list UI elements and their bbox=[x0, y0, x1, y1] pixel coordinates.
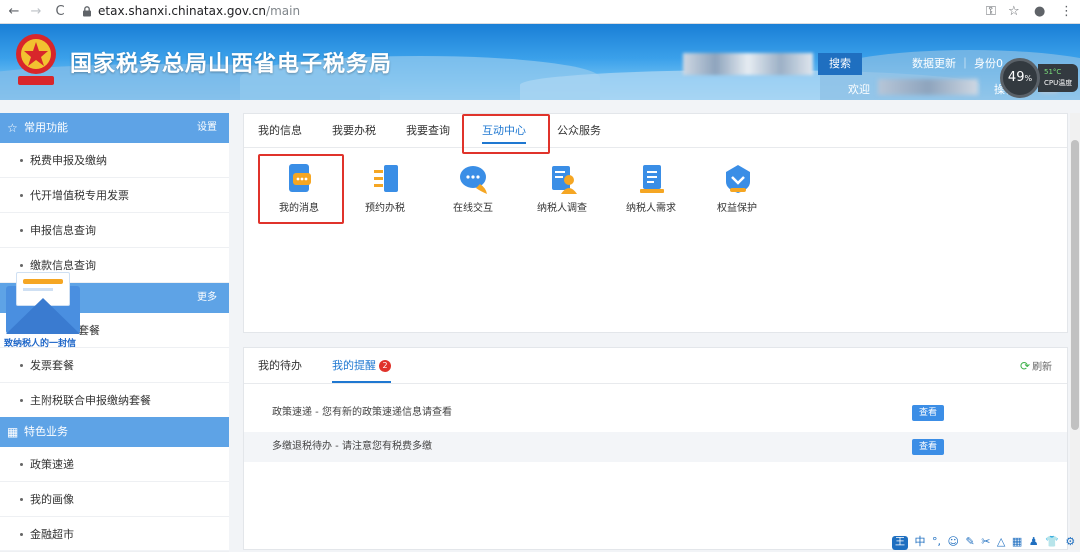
reminder-row: 多缴退税待办 - 请注意您有税费多缴 查看 bbox=[244, 432, 1067, 462]
tab-label: 我的提醒 bbox=[332, 359, 376, 372]
more-link[interactable]: 更多 bbox=[197, 283, 217, 313]
cpu-usage-value: 49 bbox=[1007, 70, 1025, 85]
sidebar-item[interactable]: 代开增值税专用发票 bbox=[0, 178, 229, 213]
highlight-box bbox=[462, 114, 550, 154]
tab-divider bbox=[244, 147, 1067, 148]
reminder-text: 政策速递 - 您有新的政策速递信息请查看 bbox=[272, 407, 452, 418]
profile-icon[interactable]: ● bbox=[1034, 4, 1045, 19]
lock-icon bbox=[83, 6, 91, 17]
reminder-text: 多缴退税待办 - 请注意您有税费多缴 bbox=[272, 441, 432, 452]
reload-button[interactable]: C bbox=[52, 4, 68, 20]
cpu-usage-unit: % bbox=[1024, 74, 1033, 83]
tab-handle-tax[interactable]: 我要办税 bbox=[332, 114, 376, 147]
site-title: 国家税务总局山西省电子税务局 bbox=[70, 52, 393, 77]
taxpayer-survey-button[interactable]: 纳税人调查 bbox=[529, 164, 595, 224]
search-button[interactable]: 搜索 bbox=[818, 53, 862, 75]
data-update-link[interactable]: 数据更新 ｜ 身份0 bbox=[912, 55, 1003, 71]
envelope-label: 致纳税人的一封信 bbox=[4, 339, 77, 349]
star-icon: ☆ bbox=[7, 121, 18, 135]
ime-skin-icon[interactable]: △ bbox=[997, 535, 1005, 548]
sidebar-item[interactable]: 申报信息查询 bbox=[0, 213, 229, 248]
sidebar-section-title: 特色业务 bbox=[24, 425, 68, 438]
appointment-icon bbox=[374, 165, 398, 192]
cpu-temp-value: 51°C bbox=[1044, 68, 1062, 76]
settings-link[interactable]: 设置 bbox=[197, 113, 217, 143]
grid-icon: ▦ bbox=[7, 425, 19, 439]
ime-user-icon[interactable]: ♟ bbox=[1029, 535, 1039, 548]
ime-shirt-icon[interactable]: 👕 bbox=[1045, 535, 1059, 548]
browser-toolbar: ← → C etax.shanxi.chinatax.gov.cn/main ⚿… bbox=[0, 0, 1080, 24]
cpu-temp-label: CPU温度 bbox=[1044, 79, 1073, 87]
tax-emblem-icon bbox=[16, 34, 56, 85]
site-header: 国家税务总局山西省电子税务局 搜索 数据更新 ｜ 身份0 欢迎 操作人: 51°… bbox=[0, 24, 1080, 100]
sidebar-item[interactable]: 金融超市 bbox=[0, 517, 229, 552]
survey-icon bbox=[552, 166, 577, 194]
ime-logo-icon[interactable]: 王 bbox=[892, 536, 908, 550]
taxpayer-needs-button[interactable]: 纳税人需求 bbox=[618, 164, 684, 224]
view-button[interactable]: 查看 bbox=[912, 405, 944, 421]
cpu-usage-gauge: 49% bbox=[1000, 58, 1040, 98]
appointment-button[interactable]: 预约办税 bbox=[352, 164, 418, 224]
refresh-icon: ⟳ bbox=[1020, 359, 1031, 373]
function-label: 纳税人需求 bbox=[626, 203, 676, 214]
back-button[interactable]: ← bbox=[6, 4, 22, 20]
sidebar-item[interactable]: 我的画像 bbox=[0, 482, 229, 517]
search-input[interactable] bbox=[683, 53, 813, 75]
cpu-temp-panel: 51°C CPU温度 bbox=[1038, 64, 1078, 92]
sidebar-section-common: ☆ 常用功能 设置 bbox=[0, 113, 229, 143]
count-badge: 2 bbox=[379, 360, 391, 372]
tab-my-reminders[interactable]: 我的提醒 2 bbox=[332, 348, 391, 383]
envelope-flap bbox=[6, 298, 80, 334]
view-button[interactable]: 查看 bbox=[912, 439, 944, 455]
key-icon[interactable]: ⚿ bbox=[986, 4, 996, 19]
ime-toolbar[interactable]: 王 中 °, ☺ ✎ ✂ △ ▦ ♟ 👕 ⚙ bbox=[892, 533, 1080, 550]
sidebar-item[interactable]: 主附税联合申报缴纳套餐 bbox=[0, 383, 229, 418]
rights-protection-button[interactable]: 权益保护 bbox=[704, 164, 770, 224]
ime-scissors-icon[interactable]: ✂ bbox=[981, 535, 990, 548]
ime-handwriting-icon[interactable]: ✎ bbox=[965, 535, 974, 548]
cpu-monitor-widget[interactable]: 51°C CPU温度 49% bbox=[1000, 58, 1080, 98]
tab-public-service[interactable]: 公众服务 bbox=[557, 114, 601, 147]
sidebar-item[interactable]: 政策速递 bbox=[0, 447, 229, 482]
address-bar[interactable]: etax.shanxi.chinatax.gov.cn/main bbox=[98, 4, 300, 18]
function-label: 在线交互 bbox=[453, 203, 493, 214]
reminder-row: 政策速递 - 您有新的政策速递信息请查看 查看 bbox=[244, 398, 1067, 428]
function-label: 预约办税 bbox=[365, 203, 405, 214]
tab-my-todo[interactable]: 我的待办 bbox=[258, 348, 302, 383]
tab-my-info[interactable]: 我的信息 bbox=[258, 114, 302, 147]
function-label: 纳税人调查 bbox=[537, 203, 587, 214]
tab-query[interactable]: 我要查询 bbox=[406, 114, 450, 147]
refresh-label: 刷新 bbox=[1032, 362, 1053, 373]
welcome-text: 欢迎 bbox=[848, 83, 870, 96]
shield-icon bbox=[726, 165, 750, 193]
refresh-button[interactable]: ⟳ 刷新 bbox=[1020, 358, 1052, 373]
needs-document-icon bbox=[640, 165, 664, 193]
chat-bubble-icon bbox=[460, 166, 487, 194]
ime-chinese-mode[interactable]: 中 bbox=[915, 535, 926, 548]
ime-settings-icon[interactable]: ⚙ bbox=[1065, 535, 1075, 548]
highlight-box bbox=[258, 154, 344, 224]
ime-punctuation-icon[interactable]: °, bbox=[932, 535, 941, 548]
sidebar-item[interactable]: 税费申报及缴纳 bbox=[0, 143, 229, 178]
letter-to-taxpayers-widget[interactable]: 致纳税人的一封信 bbox=[4, 272, 82, 354]
service-panel: 我的信息 我要办税 我要查询 互动中心 公众服务 我的消息 预约办税 在线交互 bbox=[243, 113, 1068, 333]
reminder-panel: 我的待办 我的提醒 2 ⟳ 刷新 政策速递 - 您有新的政策速递信息请查看 查看 多… bbox=[243, 347, 1068, 550]
sidebar-section-special: ▦ 特色业务 bbox=[0, 417, 229, 447]
menu-icon[interactable]: ⋮ bbox=[1060, 4, 1073, 19]
ime-keyboard-icon[interactable]: ▦ bbox=[1012, 535, 1022, 548]
ime-emoji-icon[interactable]: ☺ bbox=[948, 535, 959, 548]
welcome-username-blurred bbox=[878, 79, 978, 95]
forward-button[interactable]: → bbox=[28, 4, 44, 20]
scrollbar-thumb[interactable] bbox=[1071, 140, 1079, 430]
sidebar-section-title: 常用功能 bbox=[24, 121, 68, 134]
star-icon[interactable]: ☆ bbox=[1008, 4, 1020, 19]
function-label: 权益保护 bbox=[717, 203, 757, 214]
online-interaction-button[interactable]: 在线交互 bbox=[440, 164, 506, 224]
url-host: etax.shanxi.chinatax.gov.cn bbox=[98, 4, 267, 18]
tab-divider bbox=[244, 383, 1067, 384]
url-path: /main bbox=[266, 4, 301, 18]
